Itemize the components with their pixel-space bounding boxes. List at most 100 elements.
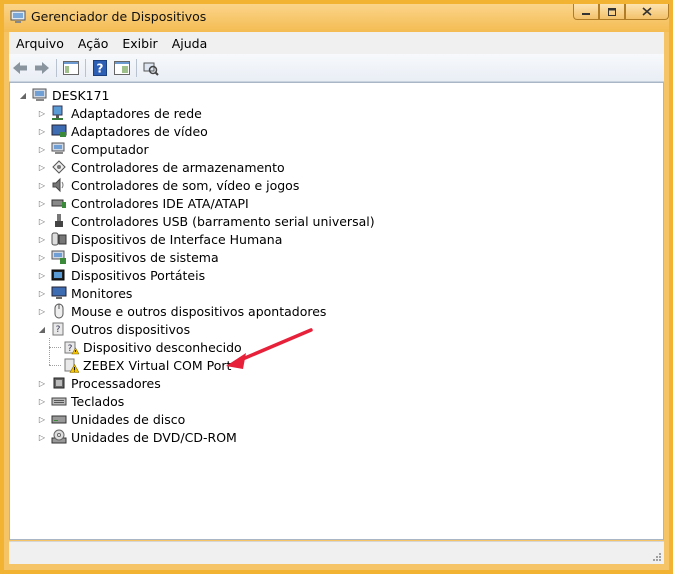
display-adapter-icon [51, 124, 67, 137]
device-manager-icon [10, 10, 26, 23]
collapse-arrow-icon[interactable]: ◢ [37, 324, 47, 334]
title-bar[interactable]: Gerenciador de Dispositivos [4, 4, 669, 32]
menu-ajuda[interactable]: Ajuda [165, 36, 215, 51]
warning-device-icon [64, 358, 79, 373]
sound-icon [52, 177, 64, 193]
help-icon: ? [93, 59, 107, 76]
dvd-drive-icon [51, 429, 67, 444]
expand-arrow-icon[interactable]: ▷ [37, 306, 47, 316]
svg-text:?: ? [97, 61, 104, 75]
menu-arquivo[interactable]: Arquivo [9, 36, 71, 51]
tree-category-dispositivos-portateis[interactable]: ▷ Dispositivos Portáteis [37, 266, 205, 284]
system-device-icon [51, 250, 66, 264]
tree-category-dispositivos-de-sistema[interactable]: ▷ Dispositivos de sistema [37, 248, 219, 266]
expand-arrow-icon[interactable]: ▷ [37, 270, 47, 280]
expand-arrow-icon[interactable]: ▷ [37, 288, 47, 298]
hid-icon [51, 232, 67, 246]
network-adapter-icon [52, 105, 63, 120]
tree-category-label: Outros dispositivos [71, 321, 191, 337]
tree-category-mouse[interactable]: ▷ Mouse e outros dispositivos apontadores [37, 302, 326, 320]
portable-device-icon [51, 269, 65, 281]
tree-category-label: Unidades de disco [71, 411, 186, 427]
toolbar-separator [136, 58, 137, 77]
help-button[interactable]: ? [89, 57, 111, 79]
scan-hardware-icon [143, 62, 159, 76]
toolbar-separator [56, 58, 57, 77]
tree-connector [49, 347, 61, 348]
svg-text:?: ? [56, 325, 61, 335]
tree-category-dispositivos-hid[interactable]: ▷ Dispositivos de Interface Humana [37, 230, 282, 248]
tree-category-controladores-ide[interactable]: ▷ Controladores IDE ATA/ATAPI [37, 194, 249, 212]
tree-category-computador[interactable]: ▷ Computador [37, 140, 149, 158]
tree-category-outros-dispositivos[interactable]: ◢? Outros dispositivos [37, 320, 190, 338]
expand-arrow-icon[interactable]: ▷ [37, 216, 47, 226]
resize-grip-icon[interactable] [650, 550, 662, 562]
tree-category-teclados[interactable]: ▷ Teclados [37, 392, 124, 410]
tree-category-controladores-de-som[interactable]: ▷ Controladores de som, vídeo e jogos [37, 176, 299, 194]
menu-acao[interactable]: Ação [71, 36, 116, 51]
minimize-button[interactable] [573, 4, 599, 20]
tree-category-label: Adaptadores de rede [71, 105, 202, 121]
tree-category-label: Dispositivos de Interface Humana [71, 231, 283, 247]
window-title: Gerenciador de Dispositivos [31, 9, 207, 24]
tree-connector [49, 338, 50, 365]
computer-icon [51, 142, 65, 154]
storage-controller-icon [52, 160, 66, 174]
scan-hardware-button[interactable] [140, 57, 162, 79]
tree-category-label: Mouse e outros dispositivos apontadores [71, 303, 327, 319]
back-button[interactable] [9, 57, 31, 79]
properties-button[interactable] [111, 57, 133, 79]
tree-connector [49, 365, 61, 366]
maximize-button[interactable] [599, 4, 625, 20]
unknown-device-icon: ? [64, 341, 79, 355]
show-hide-console-tree-button[interactable] [60, 57, 82, 79]
maximize-icon [608, 7, 616, 16]
disk-drive-icon [51, 415, 67, 424]
tree-category-label: Controladores de armazenamento [71, 159, 285, 175]
tree-category-label: Controladores IDE ATA/ATAPI [71, 195, 249, 211]
tree-root[interactable]: ◢ DESK171 [18, 86, 110, 104]
keyboard-icon [51, 397, 67, 406]
tree-category-adaptadores-de-rede[interactable]: ▷ Adaptadores de rede [37, 104, 202, 122]
expand-arrow-icon[interactable]: ▷ [37, 144, 47, 154]
tree-category-unidades-de-dvd[interactable]: ▷ Unidades de DVD/CD-ROM [37, 428, 237, 446]
close-button[interactable] [625, 4, 669, 20]
tree-category-label: Teclados [71, 393, 125, 409]
monitor-icon [51, 286, 67, 299]
ide-controller-icon [51, 199, 66, 208]
tree-category-label: Dispositivos Portáteis [71, 267, 206, 283]
mouse-icon [54, 303, 64, 319]
tree-root-label: DESK171 [52, 87, 110, 103]
tree-category-processadores[interactable]: ▷ Processadores [37, 374, 161, 392]
expand-arrow-icon[interactable]: ▷ [37, 396, 47, 406]
expand-arrow-icon[interactable]: ▷ [37, 414, 47, 424]
expand-arrow-icon[interactable]: ▷ [37, 432, 47, 442]
status-bar [9, 541, 664, 564]
tree-category-monitores[interactable]: ▷ Monitores [37, 284, 133, 302]
expand-arrow-icon[interactable]: ▷ [37, 234, 47, 244]
tree-child-zebex-com-port[interactable]: ZEBEX Virtual COM Port [63, 356, 231, 374]
tree-category-controladores-de-armazenamento[interactable]: ▷ Controladores de armazenamento [37, 158, 285, 176]
menu-exibir[interactable]: Exibir [115, 36, 164, 51]
tree-category-adaptadores-de-video[interactable]: ▷ Adaptadores de vídeo [37, 122, 208, 140]
expand-arrow-icon[interactable]: ▷ [37, 108, 47, 118]
tree-child-unknown-device[interactable]: ? Dispositivo desconhecido [63, 338, 242, 356]
minimize-icon [582, 12, 590, 15]
expand-arrow-icon[interactable]: ▷ [37, 162, 47, 172]
expand-arrow-icon[interactable]: ▷ [37, 180, 47, 190]
back-arrow-icon [13, 61, 27, 74]
forward-arrow-icon [35, 61, 49, 74]
expand-arrow-icon[interactable]: ▷ [37, 378, 47, 388]
expand-arrow-icon[interactable]: ▷ [37, 198, 47, 208]
expand-arrow-icon[interactable]: ▷ [37, 252, 47, 262]
usb-icon [55, 214, 63, 227]
tree-category-label: Unidades de DVD/CD-ROM [71, 429, 237, 445]
forward-button[interactable] [31, 57, 53, 79]
toolbar-separator [85, 58, 86, 77]
tree-category-unidades-de-disco[interactable]: ▷ Unidades de disco [37, 410, 185, 428]
expand-arrow-icon[interactable]: ▷ [37, 126, 47, 136]
collapse-arrow-icon[interactable]: ◢ [18, 90, 28, 100]
device-tree[interactable]: ◢ DESK171 ▷ Adaptadores de rede ▷ Adaptador… [9, 82, 664, 540]
tree-category-label: Computador [71, 141, 149, 157]
tree-category-controladores-usb[interactable]: ▷ Controladores USB (barramento serial un… [37, 212, 375, 230]
